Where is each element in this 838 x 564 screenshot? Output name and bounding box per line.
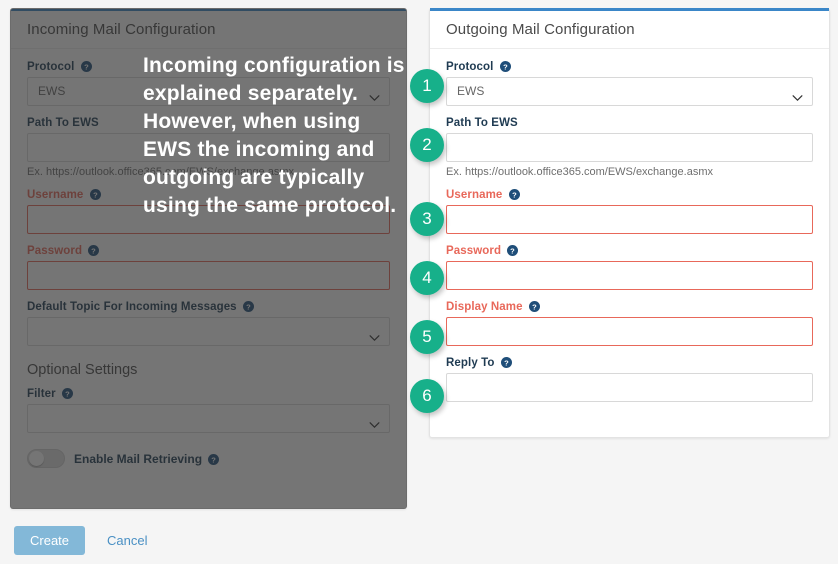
outgoing-username-label-text: Username	[446, 189, 503, 201]
card-accent-bar	[11, 9, 406, 11]
svg-text:?: ?	[65, 389, 70, 398]
help-circle-icon[interactable]: ?	[500, 357, 512, 368]
outgoing-password-label-text: Password	[446, 245, 502, 257]
incoming-username-label-text: Username	[27, 189, 84, 201]
incoming-username-label: Username ?	[27, 189, 390, 201]
incoming-path-to-ews-hint: Ex. https://outlook.office365.com/EWS/ex…	[27, 166, 294, 178]
help-circle-icon[interactable]: ?	[80, 61, 92, 72]
incoming-filter-label-text: Filter	[27, 388, 56, 400]
svg-text:?: ?	[212, 455, 217, 464]
toggle-knob	[29, 451, 44, 466]
incoming-protocol-select-wrap: EWS	[27, 77, 390, 106]
incoming-path-to-ews-label: Path To EWS	[27, 117, 99, 129]
incoming-path-to-ews-input[interactable]	[27, 133, 390, 162]
outgoing-password-field: Password ?	[446, 245, 813, 290]
footer-actions: Create Cancel	[14, 526, 148, 555]
step-badge-4: 4	[410, 261, 444, 295]
outgoing-password-label: Password ?	[446, 245, 813, 257]
svg-text:?: ?	[246, 302, 251, 311]
help-circle-icon[interactable]: ?	[208, 453, 220, 465]
incoming-filter-select-wrap	[27, 404, 390, 433]
incoming-username-field: Username ?	[27, 189, 390, 234]
outgoing-reply-to-field: Reply To ?	[446, 357, 813, 402]
help-circle-icon[interactable]: ?	[89, 189, 101, 200]
outgoing-mail-configuration-card: Outgoing Mail Configuration Protocol ? E…	[429, 8, 830, 438]
outgoing-display-name-field: Display Name ?	[446, 301, 813, 346]
svg-text:?: ?	[512, 190, 517, 199]
outgoing-path-to-ews-field: Path To EWS Ex. https://outlook.office36…	[446, 117, 813, 178]
incoming-username-input[interactable]	[27, 205, 390, 234]
svg-text:?: ?	[84, 62, 89, 71]
incoming-mail-configuration-panel: Incoming Mail Configuration Protocol ? E…	[10, 8, 407, 509]
incoming-default-topic-select[interactable]	[27, 317, 390, 346]
incoming-card-body: Protocol ? EWS Path To EWS Ex. https://o…	[11, 49, 406, 484]
incoming-default-topic-field: Default Topic For Incoming Messages ?	[27, 301, 390, 346]
outgoing-username-input[interactable]	[446, 205, 813, 234]
outgoing-password-input[interactable]	[446, 261, 813, 290]
outgoing-protocol-select[interactable]: EWS	[446, 77, 813, 106]
outgoing-reply-to-label-text: Reply To	[446, 357, 495, 369]
outgoing-reply-to-input[interactable]	[446, 373, 813, 402]
outgoing-display-name-label: Display Name ?	[446, 301, 813, 313]
outgoing-username-field: Username ?	[446, 189, 813, 234]
outgoing-display-name-input[interactable]	[446, 317, 813, 346]
cancel-link[interactable]: Cancel	[107, 533, 147, 548]
incoming-password-input[interactable]	[27, 261, 390, 290]
outgoing-protocol-label: Protocol ?	[446, 61, 813, 73]
optional-settings-heading: Optional Settings	[27, 362, 138, 378]
step-badge-5: 5	[410, 320, 444, 354]
help-circle-icon[interactable]: ?	[242, 301, 254, 312]
help-circle-icon[interactable]: ?	[499, 61, 511, 72]
step-badge-2: 2	[410, 128, 444, 162]
outgoing-display-name-label-text: Display Name	[446, 301, 523, 313]
help-circle-icon[interactable]: ?	[508, 189, 520, 200]
incoming-protocol-label-text: Protocol	[27, 61, 75, 73]
outgoing-path-to-ews-input[interactable]	[446, 133, 813, 162]
incoming-protocol-label: Protocol ?	[27, 61, 390, 73]
svg-text:?: ?	[511, 246, 516, 255]
svg-text:?: ?	[532, 302, 537, 311]
svg-text:?: ?	[92, 246, 97, 255]
step-badge-3: 3	[410, 202, 444, 236]
help-circle-icon[interactable]: ?	[62, 388, 74, 399]
incoming-password-field: Password ?	[27, 245, 390, 290]
incoming-filter-field: Filter ?	[27, 388, 390, 433]
incoming-password-label-text: Password	[27, 245, 83, 257]
outgoing-reply-to-label: Reply To ?	[446, 357, 813, 369]
help-circle-icon[interactable]: ?	[528, 301, 540, 312]
outgoing-protocol-field: Protocol ? EWS	[446, 61, 813, 106]
create-button[interactable]: Create	[14, 526, 86, 555]
outgoing-card-body: Protocol ? EWS Path To EWS Ex. https://o…	[430, 49, 829, 429]
incoming-mail-configuration-card: Incoming Mail Configuration Protocol ? E…	[10, 8, 407, 509]
card-accent-bar	[430, 8, 829, 11]
outgoing-protocol-label-text: Protocol	[446, 61, 494, 73]
outgoing-username-label: Username ?	[446, 189, 813, 201]
enable-mail-retrieving-label-text: Enable Mail Retrieving	[74, 451, 203, 466]
outgoing-card-title: Outgoing Mail Configuration	[430, 9, 829, 49]
svg-text:?: ?	[503, 62, 508, 71]
incoming-default-topic-label: Default Topic For Incoming Messages ?	[27, 301, 390, 313]
outgoing-path-to-ews-label: Path To EWS	[446, 117, 518, 129]
incoming-path-to-ews-field: Path To EWS Ex. https://outlook.office36…	[27, 117, 390, 178]
incoming-filter-label: Filter ?	[27, 388, 390, 400]
enable-mail-retrieving-row: Enable Mail Retrieving ?	[27, 449, 390, 468]
svg-text:?: ?	[504, 358, 509, 367]
help-circle-icon[interactable]: ?	[507, 245, 519, 256]
outgoing-protocol-select-wrap: EWS	[446, 77, 813, 106]
enable-mail-retrieving-label: Enable Mail Retrieving ?	[74, 451, 220, 466]
incoming-protocol-field: Protocol ? EWS	[27, 61, 390, 106]
enable-mail-retrieving-toggle[interactable]	[27, 449, 65, 468]
incoming-default-topic-select-wrap	[27, 317, 390, 346]
step-badge-6: 6	[410, 379, 444, 413]
incoming-default-topic-label-text: Default Topic For Incoming Messages	[27, 301, 237, 313]
svg-text:?: ?	[93, 190, 98, 199]
incoming-filter-select[interactable]	[27, 404, 390, 433]
step-badge-1: 1	[410, 69, 444, 103]
outgoing-path-to-ews-hint: Ex. https://outlook.office365.com/EWS/ex…	[446, 166, 713, 178]
incoming-protocol-select[interactable]: EWS	[27, 77, 390, 106]
help-circle-icon[interactable]: ?	[88, 245, 100, 256]
incoming-password-label: Password ?	[27, 245, 390, 257]
incoming-card-title: Incoming Mail Configuration	[11, 9, 406, 49]
